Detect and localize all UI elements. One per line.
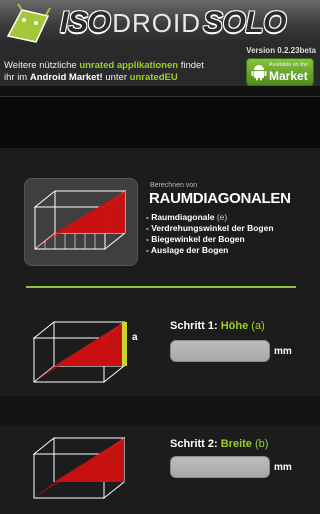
logo-iso: ISO (60, 6, 111, 39)
step-1-name: Höhe (220, 320, 249, 332)
promo-part1: Weitere nützliche (4, 60, 80, 71)
ad-banner-area (0, 96, 320, 150)
width-input[interactable] (170, 456, 270, 478)
section-divider (26, 286, 296, 288)
app-header: ISODROIDSOLO (0, 0, 320, 45)
calc-item-label: - Raumdiagonale (146, 212, 217, 222)
market-button-label: Market (269, 69, 308, 83)
width-diagram-icon (32, 436, 126, 500)
step-2-prefix: Schritt 2: (170, 438, 221, 450)
step-1-title: Schritt 1: Höhe (a) (170, 320, 265, 332)
promo-part3: ihr im (4, 72, 30, 83)
version-label: Version 0.2.23beta (246, 46, 316, 55)
step-1-symbol: (a) (248, 320, 265, 332)
intro-subtitle: Berechnen von (150, 182, 198, 189)
android-market-button[interactable]: Available on the Market (246, 58, 314, 86)
calc-item: - Auslage der Bogen (146, 245, 274, 256)
logo-droid: DROID (112, 8, 201, 38)
market-button-caption: Available on the (269, 62, 309, 68)
height-unit: mm (274, 346, 292, 357)
height-diagram-icon (32, 320, 127, 384)
step-1-prefix: Schritt 1: (170, 320, 221, 332)
logo-solo: SOLO (202, 6, 287, 39)
calc-item: - Verdrehungswinkel der Bogen (146, 223, 274, 234)
section-gap (0, 396, 320, 426)
step-2-symbol: (b) (251, 438, 269, 450)
raumdiagonale-illustration[interactable] (24, 178, 138, 266)
promo-part4: unter (102, 72, 130, 83)
height-marker-label: a (132, 332, 138, 343)
calculation-list: - Raumdiagonale (e) - Verdrehungswinkel … (146, 212, 274, 256)
step-2-title: Schritt 2: Breite (b) (170, 438, 268, 450)
android-robot-icon (251, 65, 267, 81)
box-diagonal-icon (33, 189, 127, 251)
promo-highlight-unrated: unrated applikationen (79, 60, 179, 71)
step-2-name: Breite (220, 438, 252, 450)
width-unit: mm (274, 462, 292, 473)
promo-part2: findet (178, 60, 204, 71)
calc-item-label: - Biegewinkel der Bogen (146, 234, 245, 244)
calc-item-symbol: (e) (216, 212, 228, 222)
calc-item: - Raumdiagonale (e) (146, 212, 274, 223)
calc-item: - Biegewinkel der Bogen (146, 234, 274, 245)
promo-text: Weitere nützliche unrated applikationen … (4, 60, 242, 84)
intro-title: RAUMDIAGONALEN (149, 190, 291, 207)
calc-item-label: - Auslage der Bogen (146, 245, 229, 255)
calc-item-label: - Verdrehungswinkel der Bogen (146, 223, 274, 233)
promo-android-market: Android Market! (29, 72, 103, 83)
height-input[interactable] (170, 340, 270, 362)
app-logo: ISODROIDSOLO (60, 6, 286, 40)
promo-link-unratedeu[interactable]: unratedEU (130, 72, 178, 83)
android-robot-icon (6, 3, 51, 43)
